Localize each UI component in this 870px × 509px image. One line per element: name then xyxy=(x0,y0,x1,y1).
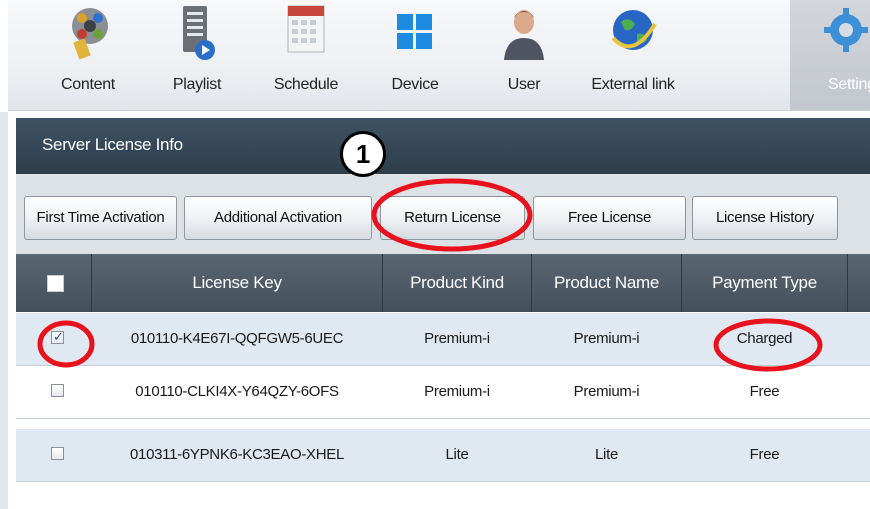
device-windows-icon xyxy=(397,14,432,49)
row-checkbox[interactable] xyxy=(51,384,64,397)
tab-first-time-activation[interactable]: First Time Activation xyxy=(24,196,177,240)
page-title: Server License Info xyxy=(42,135,183,154)
user-person-icon xyxy=(504,10,544,60)
nav-label-playlist: Playlist xyxy=(172,76,222,93)
nav-item-schedule[interactable]: Schedule xyxy=(251,0,361,110)
nav-label-external-link: External link xyxy=(591,76,675,93)
nav-item-settings[interactable]: Settings xyxy=(790,0,870,110)
column-header-payment-type[interactable]: Payment Type xyxy=(682,254,847,312)
content-film-reel-icon xyxy=(72,8,108,60)
cell-product-kind: Premium-i xyxy=(424,330,490,347)
top-navigation: Content Playlist Schedule Device User Ex… xyxy=(8,0,870,111)
column-header-license-key[interactable]: License Key xyxy=(92,254,382,312)
table-footer-area xyxy=(16,483,870,509)
table-row[interactable]: ✓ 010110-K4E67I-QQFGW5-6UEC Premium-i Pr… xyxy=(16,313,870,366)
cell-license-key: 010311-6YPNK6-KC3EAO-XHEL xyxy=(130,446,344,463)
cell-product-name: Premium-i xyxy=(573,383,640,400)
step-number-badge: 1 xyxy=(340,131,386,177)
tab-license-history[interactable]: License History xyxy=(692,196,838,240)
table-header: License Key Product Kind Product Name Pa… xyxy=(16,254,870,312)
nav-label-schedule: Schedule xyxy=(273,76,339,93)
nav-label-content: Content xyxy=(61,76,115,93)
tab-return-license[interactable]: Return License xyxy=(380,196,525,240)
table-row[interactable]: 010311-6YPNK6-KC3EAO-XHEL Lite Lite Free xyxy=(16,429,870,482)
cell-license-key: 010110-K4E67I-QQFGW5-6UEC xyxy=(130,330,344,347)
cell-license-key: 010110-CLKI4X-Y64QZY-6OFS xyxy=(135,383,339,400)
cell-product-name: Lite xyxy=(595,446,618,463)
column-separator xyxy=(847,254,848,312)
cell-payment-type: Free xyxy=(749,446,780,463)
checkmark-icon: ✓ xyxy=(53,329,64,344)
column-header-product-kind[interactable]: Product Kind xyxy=(383,254,531,312)
schedule-calendar-icon xyxy=(287,5,325,53)
nav-label-device: Device xyxy=(391,76,439,93)
settings-gear-icon xyxy=(824,8,868,52)
column-header-product-name[interactable]: Product Name xyxy=(532,254,681,312)
table-row[interactable]: 010110-CLKI4X-Y64QZY-6OFS Premium-i Prem… xyxy=(16,366,870,419)
playlist-document-icon xyxy=(183,6,215,60)
section-header: Server License Info xyxy=(16,118,870,174)
nav-label-settings: Settings xyxy=(828,76,870,93)
tab-additional-activation[interactable]: Additional Activation xyxy=(184,196,372,240)
nav-item-device[interactable]: Device xyxy=(360,0,470,110)
cell-product-name: Premium-i xyxy=(573,330,640,347)
select-all-checkbox[interactable] xyxy=(47,275,64,292)
left-edge-strip xyxy=(0,112,8,509)
nav-item-content[interactable]: Content xyxy=(33,0,143,110)
cell-payment-type: Charged xyxy=(736,330,793,347)
nav-item-user[interactable]: User xyxy=(469,0,579,110)
row-checkbox[interactable] xyxy=(51,447,64,460)
nav-item-external-link[interactable]: External link xyxy=(578,0,688,110)
cell-product-kind: Premium-i xyxy=(424,383,490,400)
cell-payment-type: Free xyxy=(749,383,780,400)
tab-free-license[interactable]: Free License xyxy=(533,196,686,240)
cell-product-kind: Lite xyxy=(445,446,469,463)
row-checkbox[interactable]: ✓ xyxy=(51,329,64,344)
external-link-globe-icon xyxy=(611,10,657,50)
nav-label-user: User xyxy=(507,76,541,93)
nav-item-playlist[interactable]: Playlist xyxy=(142,0,252,110)
